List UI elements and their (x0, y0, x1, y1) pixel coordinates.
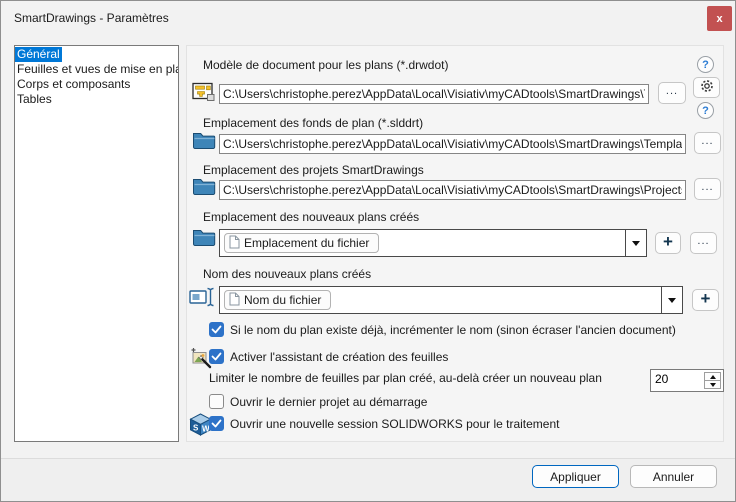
new-name-dropdown-button[interactable] (661, 287, 682, 313)
increment-name-checkbox[interactable] (209, 322, 224, 337)
spinner-buttons[interactable] (704, 372, 721, 389)
sidebar-item-general[interactable]: Général (15, 47, 178, 62)
ellipsis-icon: ... (701, 135, 713, 152)
projects-path-field[interactable] (219, 180, 686, 200)
sheet-format-path-field[interactable] (219, 134, 686, 154)
template-label: Modèle de document pour les plans (*.drw… (203, 58, 448, 72)
new-session-label[interactable]: Ouvrir une nouvelle session SOLIDWORKS p… (230, 417, 559, 431)
dropdown-arrow-icon (668, 298, 676, 303)
check-icon (210, 418, 223, 429)
help-button-sheet-format[interactable]: ? (697, 102, 714, 119)
folder-icon (192, 227, 216, 247)
ellipsis-icon: ... (697, 235, 709, 252)
apply-button[interactable]: Appliquer (532, 465, 619, 488)
spinner-up-button[interactable] (705, 373, 720, 381)
document-icon (229, 235, 240, 252)
footer-bar (1, 458, 736, 502)
location-token-label: Emplacement du fichier (244, 236, 369, 250)
new-name-combobox[interactable]: Nom du fichier (219, 286, 683, 314)
sheet-limit-label: Limiter le nombre de feuilles par plan c… (209, 371, 602, 385)
svg-text:S: S (193, 424, 199, 433)
help-icon: ? (702, 105, 709, 117)
new-location-dropdown-button[interactable] (625, 230, 646, 256)
increment-name-label[interactable]: Si le nom du plan existe déjà, incrément… (230, 323, 676, 337)
window-title: SmartDrawings - Paramètres (14, 11, 169, 25)
help-icon: ? (702, 59, 709, 71)
new-name-label: Nom des nouveaux plans créés (203, 267, 371, 281)
arrow-up-icon (710, 375, 716, 379)
new-location-label: Emplacement des nouveaux plans créés (203, 210, 419, 224)
add-name-token-button[interactable]: + (692, 289, 719, 311)
dropdown-arrow-icon (632, 241, 640, 246)
new-location-combobox[interactable]: Emplacement du fichier (219, 229, 647, 257)
gear-icon (699, 78, 715, 97)
check-icon (210, 351, 223, 362)
location-token-chip[interactable]: Emplacement du fichier (224, 233, 379, 253)
spinner-down-button[interactable] (705, 381, 720, 388)
name-token-label: Nom du fichier (244, 293, 321, 307)
name-token-chip[interactable]: Nom du fichier (224, 290, 331, 310)
help-button-template[interactable]: ? (697, 56, 714, 73)
ellipsis-icon: ... (666, 85, 678, 102)
template-settings-button[interactable] (693, 77, 720, 98)
browse-new-location-button[interactable]: ... (690, 232, 717, 254)
browse-template-button[interactable]: ... (658, 82, 686, 104)
add-location-token-button[interactable]: + (655, 232, 681, 254)
category-listbox[interactable]: Général Feuilles et vues de mise en plan… (14, 45, 179, 442)
plus-icon: + (663, 232, 673, 254)
sidebar-item-tables[interactable]: Tables (15, 92, 178, 107)
sheet-limit-input[interactable] (651, 370, 701, 386)
new-session-checkbox[interactable] (209, 416, 224, 431)
sidebar-item-corps-et-composants[interactable]: Corps et composants (15, 77, 178, 92)
folder-icon (192, 176, 216, 196)
sidebar-item-feuilles-et-vues[interactable]: Feuilles et vues de mise en plan (15, 62, 178, 77)
drawing-template-icon (192, 80, 216, 104)
template-path-field[interactable] (219, 84, 649, 104)
close-button[interactable]: x (707, 6, 732, 31)
cancel-button[interactable]: Annuler (630, 465, 717, 488)
sheet-format-label: Emplacement des fonds de plan (*.slddrt) (203, 116, 423, 130)
smartdrawings-settings-dialog: SmartDrawings - Paramètres x Général Feu… (0, 0, 736, 502)
document-icon (229, 292, 240, 309)
rename-icon (189, 286, 216, 308)
check-icon (210, 324, 223, 335)
sheet-wizard-checkbox[interactable] (209, 349, 224, 364)
sheet-limit-spinner[interactable] (650, 369, 724, 392)
arrow-down-icon (710, 383, 716, 387)
ellipsis-icon: ... (701, 181, 713, 198)
open-last-project-label[interactable]: Ouvrir le dernier projet au démarrage (230, 395, 427, 409)
sheet-wizard-label[interactable]: Activer l'assistant de création des feui… (230, 350, 448, 364)
plus-icon: + (701, 289, 711, 311)
folder-icon (192, 130, 216, 150)
projects-label: Emplacement des projets SmartDrawings (203, 163, 424, 177)
settings-panel: Modèle de document pour les plans (*.drw… (186, 45, 724, 442)
close-icon: x (716, 13, 722, 25)
browse-sheet-format-button[interactable]: ... (694, 132, 721, 154)
open-last-project-checkbox[interactable] (209, 394, 224, 409)
browse-projects-button[interactable]: ... (694, 178, 721, 200)
